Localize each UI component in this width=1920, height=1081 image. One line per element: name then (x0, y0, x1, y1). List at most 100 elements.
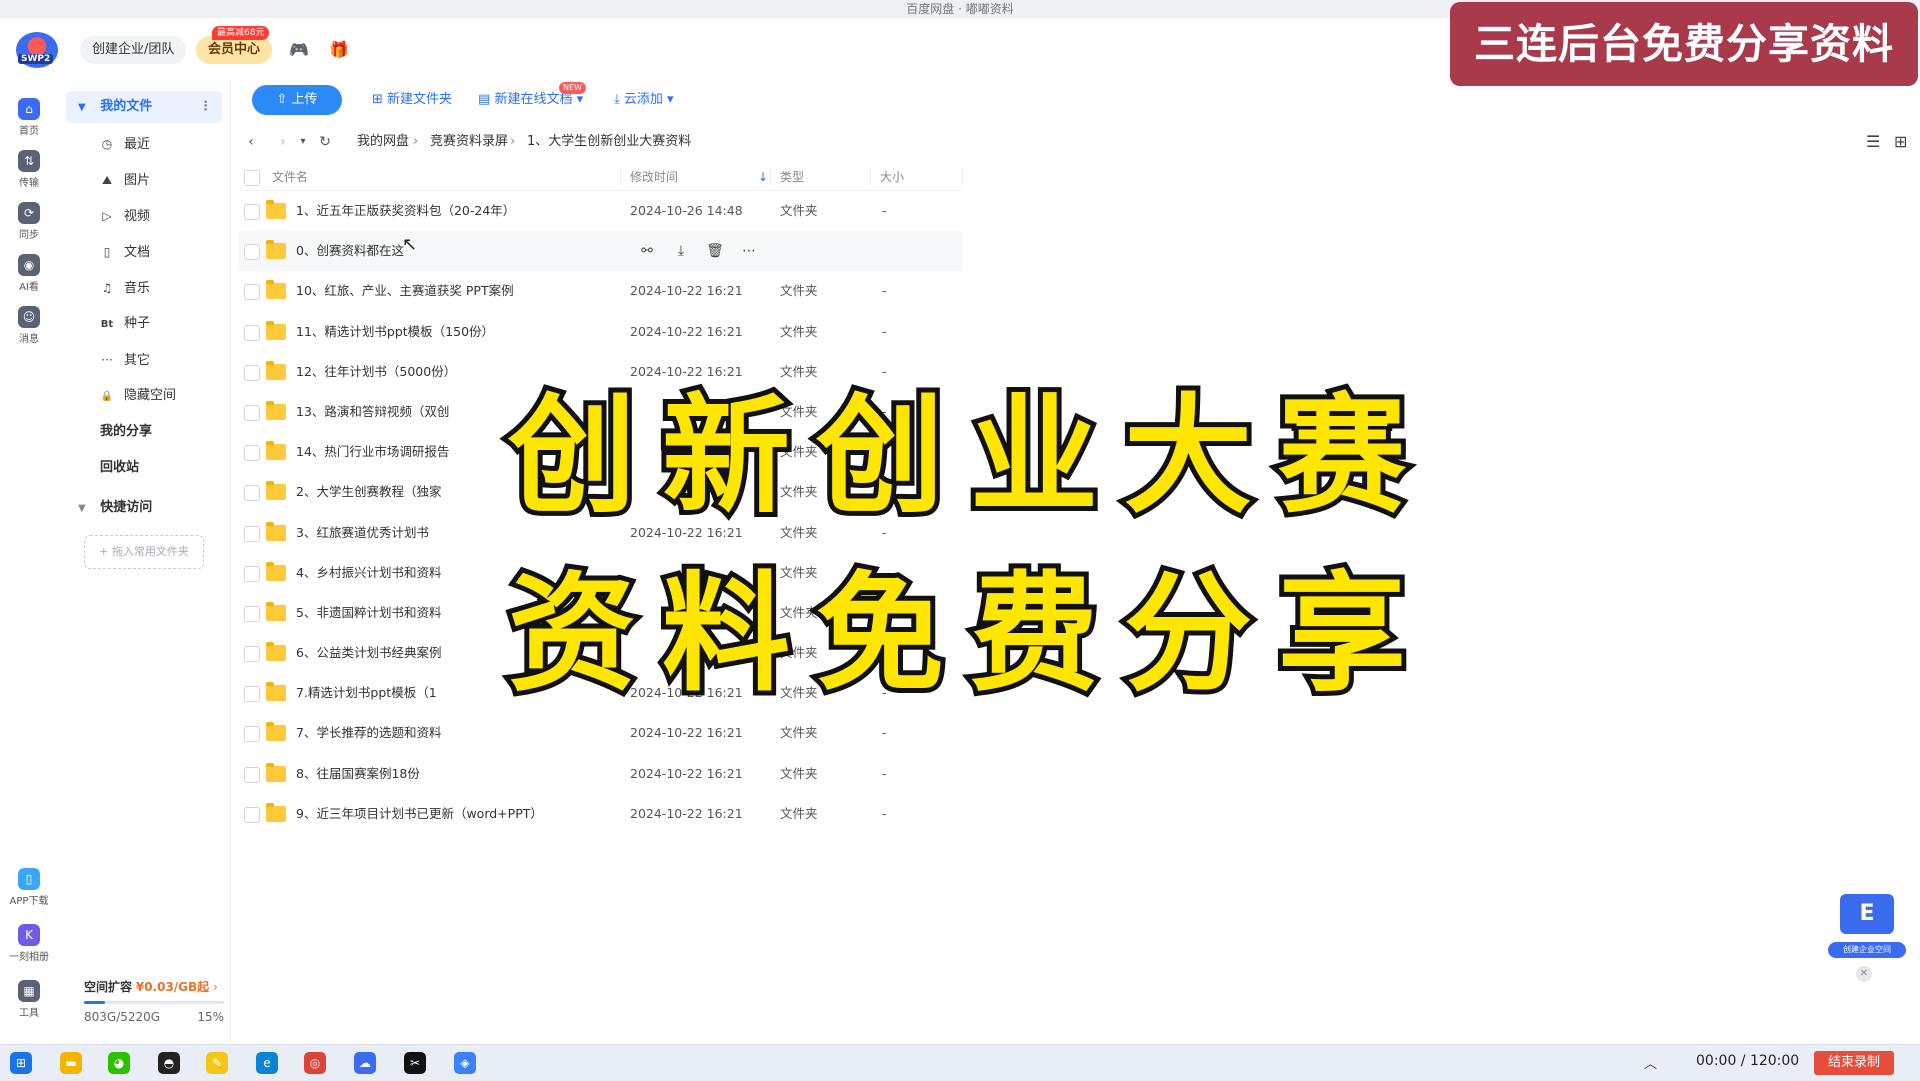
sort-desc-icon[interactable]: ↓ (758, 164, 768, 190)
sidebar-item-videos[interactable]: ▷ 视频 (66, 200, 222, 232)
row-checkbox[interactable] (244, 605, 260, 622)
recorder-app-icon[interactable]: ◈ (454, 1052, 476, 1074)
breadcrumb-item[interactable]: 我的网盘 (357, 130, 409, 154)
upload-button[interactable]: ⇧ 上传 (252, 85, 342, 115)
file-name[interactable]: 8、往届国赛案例18份 (296, 754, 420, 794)
history-dropdown-icon[interactable]: ▾ (292, 130, 314, 154)
select-all-checkbox[interactable] (244, 170, 260, 186)
tray-expand-icon[interactable]: ︿ (1644, 1053, 1657, 1072)
download-icon[interactable]: ⤓ (664, 231, 698, 271)
row-checkbox[interactable] (244, 766, 260, 783)
table-row[interactable]: 1、近五年正版获奖资料包（20-24年） 2024-10-26 14:48 文件夹 - (238, 191, 963, 231)
sort-list-icon[interactable]: ☰ (1866, 130, 1880, 154)
wechat-icon[interactable]: ◕ (108, 1052, 130, 1074)
file-name[interactable]: 9、近三年项目计划书已更新（word+PPT） (296, 794, 543, 834)
file-explorer-icon[interactable]: ▬ (60, 1052, 82, 1074)
file-name[interactable]: 7、学长推荐的选题和资料 (296, 713, 441, 753)
rail-item-home[interactable]: ⌂ 首页 (0, 98, 58, 137)
create-team-button[interactable]: 创建企业/团队 (80, 36, 187, 64)
vip-center-button[interactable]: 会员中心 (196, 36, 273, 64)
stop-recording-button[interactable]: 结束录制 (1814, 1051, 1894, 1075)
row-checkbox[interactable] (244, 686, 260, 703)
header-name[interactable]: 文件名 (272, 164, 308, 190)
delete-icon[interactable]: 🗑 (698, 231, 732, 271)
grid-view-icon[interactable]: ⊞ (1894, 130, 1907, 154)
create-enterprise-space-card[interactable]: E 创建企业空间 (1828, 890, 1906, 962)
notes-app-icon[interactable]: ✎ (206, 1052, 228, 1074)
header-time[interactable]: 修改时间 (630, 164, 678, 190)
share-icon[interactable]: ⚯ (630, 231, 664, 271)
row-checkbox[interactable] (244, 525, 260, 542)
file-size: - (882, 203, 887, 218)
sidebar-item-recent[interactable]: ◷ 最近 (66, 128, 222, 160)
chrome-icon[interactable]: ◎ (304, 1052, 326, 1074)
file-name[interactable]: 10、红旅、产业、主赛道获奖 PPT案例 (296, 271, 514, 311)
new-folder-button[interactable]: ⊞ 新建文件夹 (372, 85, 452, 115)
rail-item-sync[interactable]: ⟳ 同步 (0, 202, 58, 241)
capcut-icon[interactable]: ✂ (404, 1052, 426, 1074)
game-icon[interactable]: 🎮 (288, 40, 310, 60)
rail-item-album[interactable]: K 一刻相册 (0, 924, 58, 963)
rail-item-tools[interactable]: ▦ 工具 (0, 980, 58, 1019)
doc-plus-icon: ▤ (478, 92, 491, 107)
file-name[interactable]: 7.精选计划书ppt模板（1 (296, 673, 437, 713)
file-name[interactable]: 3、红旅赛道优秀计划书 (296, 513, 429, 553)
file-name[interactable]: 0、创赛资料都在这 (296, 231, 404, 271)
table-row[interactable]: 10、红旅、产业、主赛道获奖 PPT案例 2024-10-22 16:21 文件夹 - (238, 271, 963, 311)
file-name[interactable]: 11、精选计划书ppt模板（150份） (296, 312, 494, 352)
refresh-icon[interactable]: ↻ (314, 130, 336, 154)
storage-panel[interactable]: 空间扩容 ¥0.03/GB起 › 803G/5220G 15% (84, 978, 224, 1024)
sidebar-item-hidden-space[interactable]: 🔒 隐藏空间 (66, 380, 222, 412)
sidebar-item-my-share[interactable]: 我的分享 (66, 416, 256, 448)
row-checkbox[interactable] (244, 364, 260, 381)
row-checkbox[interactable] (244, 244, 260, 261)
row-checkbox[interactable] (244, 806, 260, 823)
row-checkbox[interactable] (244, 324, 260, 341)
header-size[interactable]: 大小 (880, 164, 904, 190)
row-checkbox[interactable] (244, 204, 260, 220)
file-name[interactable]: 1、近五年正版获奖资料包（20-24年） (296, 191, 515, 231)
quick-access-drop-zone[interactable]: + 拖入常用文件夹 (84, 535, 204, 569)
breadcrumb-item[interactable]: 1、大学生创新创业大赛资料 (527, 130, 691, 154)
header-type[interactable]: 类型 (780, 164, 804, 190)
cloud-add-button[interactable]: ⤓ 云添加 ▾ (614, 85, 674, 115)
gift-icon[interactable]: 🎁 (328, 40, 350, 60)
table-row[interactable]: 9、近三年项目计划书已更新（word+PPT） 2024-10-22 16:21 文… (238, 794, 963, 834)
row-checkbox[interactable] (244, 485, 260, 502)
rail-item-transfer[interactable]: ⇅ 传输 (0, 150, 58, 189)
close-icon[interactable]: ✕ (1856, 966, 1872, 982)
breadcrumb-item[interactable]: 竞赛资料录屏 (430, 130, 508, 154)
row-checkbox[interactable] (244, 565, 260, 582)
row-checkbox[interactable] (244, 404, 260, 421)
back-icon[interactable]: ‹ (240, 130, 262, 154)
row-checkbox[interactable] (244, 646, 260, 663)
row-checkbox[interactable] (244, 726, 260, 743)
windows-start-icon[interactable]: ⊞ (10, 1052, 32, 1074)
table-row[interactable]: 7、学长推荐的选题和资料 2024-10-22 16:21 文件夹 - (238, 713, 963, 753)
table-row[interactable]: 8、往届国赛案例18份 2024-10-22 16:21 文件夹 - (238, 754, 963, 794)
forward-icon[interactable]: › (272, 130, 294, 154)
baidu-netdisk-icon[interactable]: ☁ (354, 1052, 376, 1074)
sidebar-item-music[interactable]: ♫ 音乐 (66, 272, 222, 304)
download-icon: ⤓ (614, 92, 620, 107)
edge-icon[interactable]: e (256, 1052, 278, 1074)
sidebar-item-docs[interactable]: ▯ 文档 (66, 236, 222, 268)
more-icon[interactable]: ⋮ (199, 91, 212, 123)
row-checkbox[interactable] (244, 284, 260, 301)
sidebar-item-other[interactable]: ··· 其它 (66, 344, 222, 376)
qq-icon[interactable]: ◓ (158, 1052, 180, 1074)
rail-item-app-download[interactable]: ▯ APP下载 (0, 868, 58, 907)
table-row[interactable]: 0、创赛资料都在这 ⚯ ⤓ 🗑 ⋯ (238, 231, 963, 272)
sidebar-item-images[interactable]: ⛰ 图片 (66, 164, 222, 196)
sidebar-item-torrents[interactable]: Bt 种子 (66, 308, 222, 340)
sidebar-item-quick-access[interactable]: ▼ 快捷访问 (66, 492, 222, 524)
table-row[interactable]: 11、精选计划书ppt模板（150份） 2024-10-22 16:21 文件夹 - (238, 312, 963, 352)
row-checkbox[interactable] (244, 445, 260, 462)
more-icon[interactable]: ⋯ (732, 231, 766, 271)
file-modified-time: 2024-10-22 16:21 (630, 283, 743, 299)
sidebar-item-my-files[interactable]: ▼ 我的文件 ⋮ (66, 91, 222, 123)
file-modified-time: 2024-10-22 16:21 (630, 765, 743, 781)
rail-item-message[interactable]: ☺ 消息 (0, 306, 58, 345)
rail-item-ai[interactable]: ◉ AI看 (0, 254, 58, 293)
sidebar-item-recycle[interactable]: 回收站 (66, 452, 256, 484)
